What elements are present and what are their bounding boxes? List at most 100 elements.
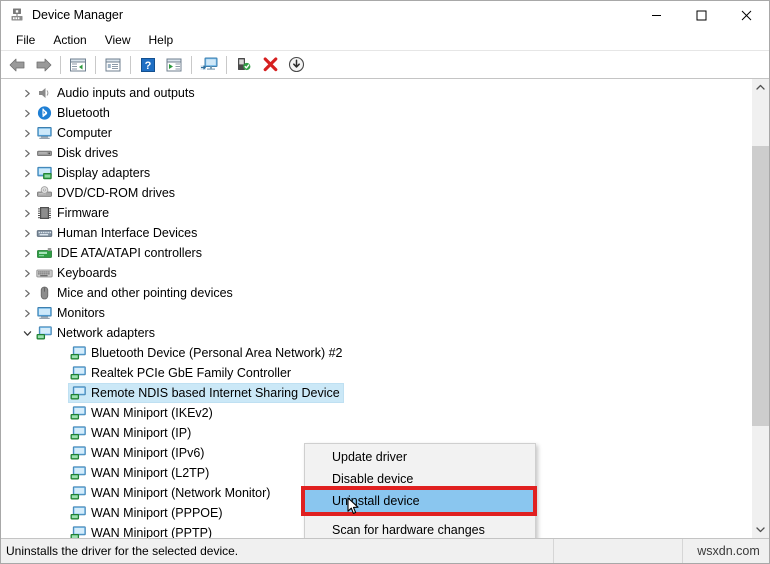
scroll-up-arrow-icon[interactable] [752,79,769,96]
tree-item[interactable]: Display adapters [1,163,751,183]
chevron-right-icon[interactable] [19,263,35,283]
disable-device-icon[interactable] [284,53,308,76]
tree-item[interactable]: Keyboards [1,263,751,283]
tree-item-content[interactable]: Keyboards [35,264,120,282]
tree-item-content[interactable]: WAN Miniport (PPTP) [69,524,215,538]
tree-item-content[interactable]: DVD/CD-ROM drives [35,184,178,202]
menu-item-uninstall-device[interactable]: Uninstall device [305,490,535,512]
bluetooth-icon [35,103,53,123]
chevron-right-icon[interactable] [19,83,35,103]
tree-item[interactable]: WAN Miniport (IP) [1,423,751,443]
network-adapter-icon [69,503,87,523]
tree-item-content[interactable]: WAN Miniport (Network Monitor) [69,484,273,502]
tree-item-content[interactable]: Network adapters [35,324,158,342]
tree-item-content[interactable]: WAN Miniport (IKEv2) [69,404,216,422]
chevron-right-icon[interactable] [19,303,35,323]
menu-item-disable-device[interactable]: Disable device [305,468,535,490]
tree-item-content[interactable]: WAN Miniport (PPPOE) [69,504,226,522]
hid-icon [35,223,53,243]
tree-item[interactable]: Disk drives [1,143,751,163]
chevron-right-icon[interactable] [19,123,35,143]
menu-action[interactable]: Action [44,31,95,49]
minimize-button[interactable] [634,1,679,29]
menu-view[interactable]: View [96,31,140,49]
tree-item-content[interactable]: WAN Miniport (IPv6) [69,444,207,462]
menu-help[interactable]: Help [140,31,183,49]
tree-item[interactable]: Monitors [1,303,751,323]
chevron-right-icon[interactable] [19,243,35,263]
tree-item-label: Network adapters [57,326,155,340]
chevron-right-icon[interactable] [19,203,35,223]
tree-item[interactable]: Mice and other pointing devices [1,283,751,303]
tree-item[interactable]: Firmware [1,203,751,223]
chevron-down-icon[interactable] [19,323,35,343]
scrollbar-track[interactable] [752,96,769,521]
tree-item-content[interactable]: IDE ATA/ATAPI controllers [35,244,205,262]
tree-item-content[interactable]: Realtek PCIe GbE Family Controller [69,364,294,382]
uninstall-device-icon[interactable] [258,53,282,76]
tree-item-content[interactable]: Computer [35,124,115,142]
chevron-right-icon[interactable] [19,103,35,123]
tree-item-content[interactable]: Bluetooth [35,104,113,122]
update-driver-icon[interactable] [232,53,256,76]
chevron-right-icon[interactable] [19,163,35,183]
back-icon[interactable] [5,53,29,76]
forward-icon[interactable] [31,53,55,76]
tree-item-content[interactable]: WAN Miniport (IP) [69,424,194,442]
tree-item-content[interactable]: Bluetooth Device (Personal Area Network)… [69,344,346,362]
tree-item-content[interactable]: Monitors [35,304,108,322]
tree-item[interactable]: Computer [1,123,751,143]
tree-item-label: Firmware [57,206,110,220]
tree-item-content[interactable]: Disk drives [35,144,121,162]
tree-item[interactable]: DVD/CD-ROM drives [1,183,751,203]
tree-item[interactable]: WAN Miniport (IKEv2) [1,403,751,423]
dvd-drive-icon [35,183,53,203]
tree-item[interactable]: Bluetooth Device (Personal Area Network)… [1,343,751,363]
chevron-right-icon[interactable] [19,283,35,303]
menu-item-scan-for-hardware-changes[interactable]: Scan for hardware changes [305,519,535,538]
tree-item-content[interactable]: Remote NDIS based Internet Sharing Devic… [68,383,344,403]
context-menu[interactable]: Update driver Disable device Uninstall dev… [301,443,537,538]
scan-hardware-changes-icon[interactable] [197,53,221,76]
chevron-right-icon[interactable] [19,183,35,203]
tree-item-content[interactable]: Audio inputs and outputs [35,84,198,102]
title-bar: Device Manager [1,1,769,29]
tree-item[interactable]: Network adapters [1,323,751,343]
tree-item[interactable]: Realtek PCIe GbE Family Controller [1,363,751,383]
scrollbar-thumb[interactable] [752,146,769,426]
tree-item[interactable]: Audio inputs and outputs [1,83,751,103]
chevron-right-icon[interactable] [19,223,35,243]
status-middle-panel [554,539,683,563]
tree-item[interactable]: Human Interface Devices [1,223,751,243]
maximize-button[interactable] [679,1,724,29]
network-adapter-icon [69,383,87,403]
tree-item-content[interactable]: Human Interface Devices [35,224,200,242]
tree-item-content[interactable]: Display adapters [35,164,153,182]
network-adapter-icon [69,443,87,463]
chevron-right-icon[interactable] [19,143,35,163]
properties-icon[interactable] [101,53,125,76]
toolbar-separator-1 [60,55,61,74]
view-icon[interactable] [162,53,186,76]
menu-item-update-driver[interactable]: Update driver [305,446,535,468]
help-icon[interactable]: ? [136,53,160,76]
network-adapter-icon [69,483,87,503]
tree-item[interactable]: IDE ATA/ATAPI controllers [1,243,751,263]
tree-item-content[interactable]: Mice and other pointing devices [35,284,236,302]
tree-item-content[interactable]: WAN Miniport (L2TP) [69,464,212,482]
show-hide-console-tree-icon[interactable] [66,53,90,76]
close-button[interactable] [724,1,769,29]
tree-item-label: Bluetooth Device (Personal Area Network)… [91,346,343,360]
tree-item[interactable]: Bluetooth [1,103,751,123]
vertical-scrollbar[interactable] [751,79,769,538]
scroll-down-arrow-icon[interactable] [752,521,769,538]
toolbar-separator-4 [191,55,192,74]
tree-item[interactable]: Remote NDIS based Internet Sharing Devic… [1,383,751,403]
menu-file[interactable]: File [7,31,44,49]
keyboard-icon [35,263,53,283]
tree-item-content[interactable]: Firmware [35,204,112,222]
tree-item-label: WAN Miniport (PPPOE) [91,506,223,520]
